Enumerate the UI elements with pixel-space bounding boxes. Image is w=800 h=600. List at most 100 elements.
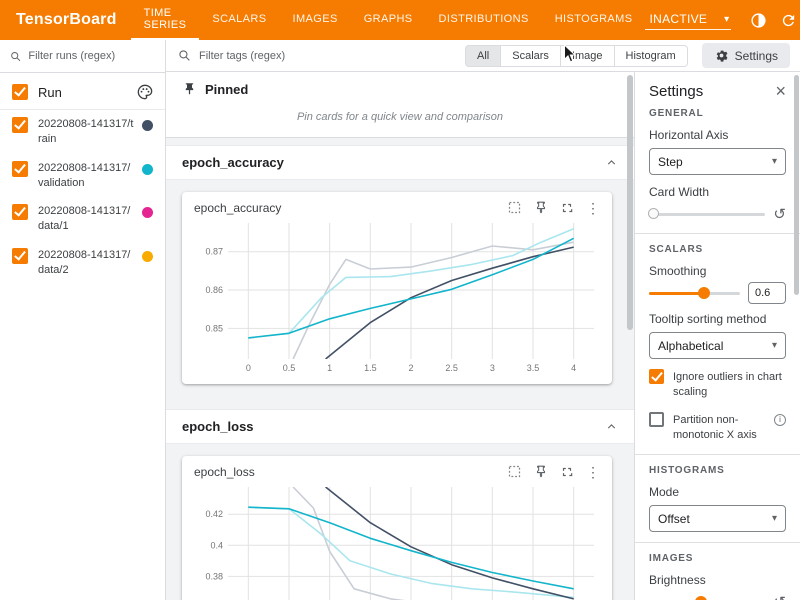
svg-text:0.38: 0.38	[205, 571, 223, 581]
fit-domain-icon[interactable]	[507, 464, 522, 479]
chart-card-epoch_loss: epoch_loss ⋮ 00.511.522.533.540.360.380.…	[182, 456, 612, 600]
filter-chip-image[interactable]: Image	[561, 45, 615, 67]
smoothing-slider[interactable]	[649, 292, 740, 295]
tag-section-epoch_loss: epoch_loss epoch_loss ⋮ 00.511.522.533.5…	[166, 409, 634, 600]
search-icon	[178, 49, 191, 62]
fullscreen-icon[interactable]	[560, 201, 574, 215]
run-row[interactable]: 20220808-141317/train	[0, 110, 165, 154]
tab-histograms[interactable]: HISTOGRAMS	[542, 0, 646, 40]
more-options-icon[interactable]: ⋮	[586, 201, 600, 215]
tab-distributions[interactable]: DISTRIBUTIONS	[426, 0, 542, 40]
section-body: epoch_accuracy ⋮ 00.511.522.533.540.850.…	[166, 180, 634, 402]
run-list: 20220808-141317/train 20220808-141317/val…	[0, 110, 165, 285]
run-filter-input[interactable]	[28, 50, 155, 62]
run-checkbox[interactable]	[12, 161, 28, 177]
tab-time-series[interactable]: TIME SERIES	[131, 0, 200, 40]
reset-icon[interactable]: ↺	[773, 595, 786, 600]
more-options-icon[interactable]: ⋮	[586, 465, 600, 479]
histogram-mode-value: Offset	[658, 512, 690, 526]
close-icon[interactable]: ×	[775, 82, 786, 100]
run-checkbox[interactable]	[12, 248, 28, 264]
run-color-dot	[142, 164, 153, 175]
run-checkbox[interactable]	[12, 117, 28, 133]
tab-images[interactable]: IMAGES	[280, 0, 351, 40]
filter-chip-histogram[interactable]: Histogram	[615, 45, 688, 67]
palette-icon[interactable]	[137, 84, 153, 100]
contrast-toggle-icon[interactable]	[745, 7, 771, 33]
svg-text:0.42: 0.42	[205, 509, 223, 519]
line-chart-epoch_loss[interactable]: 00.511.522.533.540.360.380.40.42	[194, 481, 600, 600]
horizontal-axis-select[interactable]: Step ▾	[649, 148, 786, 175]
run-filter	[0, 40, 165, 73]
settings-panel: Settings × GENERAL Horizontal Axis Step …	[634, 72, 800, 600]
pinned-empty-message: Pin cards for a quick view and compariso…	[166, 103, 634, 137]
chart-card-title: epoch_loss	[194, 465, 255, 479]
brightness-label: Brightness	[649, 573, 786, 587]
settings-toggle-button[interactable]: Settings	[702, 43, 790, 68]
run-label: 20220808-141317/validation	[38, 161, 135, 191]
gear-icon	[714, 48, 729, 63]
line-chart-epoch_accuracy[interactable]: 00.511.522.533.540.850.860.87	[194, 217, 600, 375]
settings-scrollbar[interactable]	[794, 72, 800, 600]
svg-text:4: 4	[571, 363, 576, 373]
run-row[interactable]: 20220808-141317/validation	[0, 154, 165, 198]
tab-graphs[interactable]: GRAPHS	[351, 0, 426, 40]
chart-card-title: epoch_accuracy	[194, 201, 281, 215]
tooltip-sorting-label: Tooltip sorting method	[649, 312, 786, 326]
histograms-heading: HISTOGRAMS	[649, 465, 786, 476]
filter-chip-scalars[interactable]: Scalars	[501, 45, 561, 67]
tooltip-sorting-select[interactable]: Alphabetical ▾	[649, 332, 786, 359]
main-scrollbar[interactable]	[626, 72, 634, 600]
fit-domain-icon[interactable]	[507, 200, 522, 215]
tag-sections: epoch_accuracy epoch_accuracy ⋮ 00.511.5…	[166, 145, 634, 600]
chevron-down-icon: ▾	[772, 156, 777, 167]
card-width-slider[interactable]	[649, 213, 765, 216]
info-icon[interactable]: i	[774, 414, 786, 426]
search-icon	[10, 50, 21, 63]
svg-text:0.85: 0.85	[205, 323, 223, 333]
ignore-outliers-checkbox[interactable]: Ignore outliers in chart scaling	[649, 369, 786, 400]
collapse-chevron-icon[interactable]	[605, 156, 618, 169]
section-header-epoch_accuracy[interactable]: epoch_accuracy	[166, 145, 634, 180]
collapse-chevron-icon[interactable]	[605, 420, 618, 433]
chevron-down-icon: ▾	[724, 14, 729, 25]
data-status-dropdown[interactable]: INACTIVE ▾	[645, 10, 731, 30]
section-header-epoch_loss[interactable]: epoch_loss	[166, 409, 634, 444]
card-width-label: Card Width	[649, 185, 786, 199]
horizontal-axis-value: Step	[658, 155, 683, 169]
run-row[interactable]: 20220808-141317/data/1	[0, 197, 165, 241]
select-all-runs-checkbox[interactable]	[12, 84, 28, 100]
pin-icon[interactable]	[534, 201, 548, 215]
header-actions: INACTIVE ▾ ?	[645, 7, 800, 33]
reset-icon[interactable]: ↺	[773, 207, 786, 222]
refresh-icon[interactable]	[775, 7, 800, 33]
partition-x-axis-checkbox[interactable]: Partition non-monotonic X axis i	[649, 412, 786, 443]
tooltip-sorting-value: Alphabetical	[658, 339, 723, 353]
tag-type-filter-group: AllScalarsImageHistogram	[465, 45, 688, 67]
svg-text:0.87: 0.87	[205, 247, 223, 257]
app-header: TensorBoard TIME SERIESSCALARSIMAGESGRAP…	[0, 0, 800, 40]
svg-text:0.4: 0.4	[210, 540, 223, 550]
run-checkbox[interactable]	[12, 204, 28, 220]
status-label: INACTIVE	[649, 12, 707, 26]
filter-chip-all[interactable]: All	[465, 45, 501, 67]
scalars-heading: SCALARS	[649, 244, 786, 255]
tag-filter-input[interactable]	[199, 50, 457, 62]
histogram-mode-select[interactable]: Offset ▾	[649, 505, 786, 532]
images-heading: IMAGES	[649, 553, 786, 564]
smoothing-value-input[interactable]: 0.6	[748, 282, 786, 304]
run-color-dot	[142, 120, 153, 131]
cards-main-area: Pinned Pin cards for a quick view and co…	[166, 72, 634, 600]
svg-text:1.5: 1.5	[364, 363, 377, 373]
svg-text:3: 3	[490, 363, 495, 373]
pin-icon[interactable]	[534, 465, 548, 479]
run-row[interactable]: 20220808-141317/data/2	[0, 241, 165, 285]
chart-card-epoch_accuracy: epoch_accuracy ⋮ 00.511.522.533.540.850.…	[182, 192, 612, 384]
settings-panel-title: Settings	[649, 83, 703, 100]
section-title: epoch_accuracy	[182, 155, 605, 170]
histogram-mode-label: Mode	[649, 485, 786, 499]
fullscreen-icon[interactable]	[560, 465, 574, 479]
tab-scalars[interactable]: SCALARS	[199, 0, 279, 40]
pin-icon	[182, 82, 197, 97]
runs-column-label: Run	[38, 85, 137, 100]
